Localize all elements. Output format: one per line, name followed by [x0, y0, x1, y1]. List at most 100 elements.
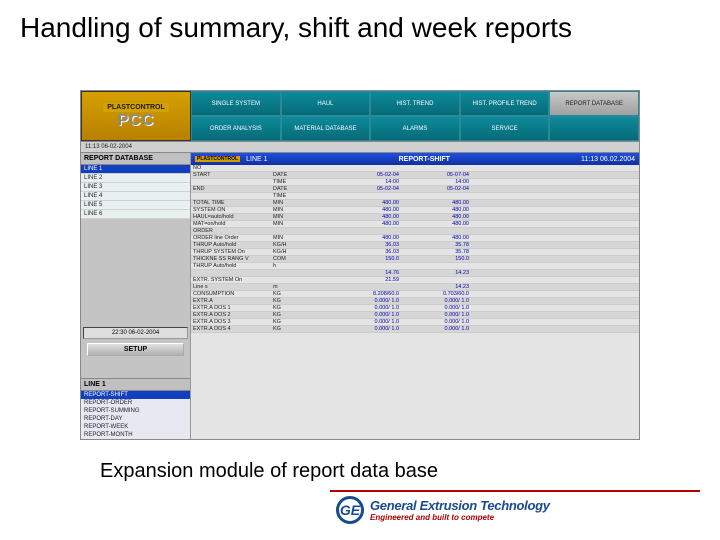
setup-button[interactable]: SETUP: [87, 343, 184, 356]
row-val-a: 05-02-04: [331, 172, 401, 178]
footer-tagline: Engineered and built to compete: [370, 513, 550, 522]
row-unit: KG: [271, 312, 331, 318]
row-val-b: 05-02-04: [401, 186, 471, 192]
sidebar-line-2[interactable]: LINE 2: [81, 174, 190, 183]
menu-empty: [549, 116, 639, 141]
row-val-b: 0.000/ 1.0: [401, 298, 471, 304]
row-unit: MIN: [271, 235, 331, 241]
row-val-a: [331, 193, 401, 199]
row-unit: KG/H: [271, 249, 331, 255]
menu-hist-trend[interactable]: HIST. TREND: [370, 91, 460, 116]
main-menu: SINGLE SYSTEM HAUL HIST. TREND HIST. PRO…: [191, 91, 639, 141]
row-label: [191, 193, 271, 199]
pane-line-label: LINE 1: [246, 156, 267, 163]
menu-single-system[interactable]: SINGLE SYSTEM: [191, 91, 281, 116]
table-row: ENDDATE05-02-0405-02-04: [191, 186, 639, 193]
row-val-b: 480.00: [401, 221, 471, 227]
row-label: THRUP SYSTEM On: [191, 249, 271, 255]
pane-titlebar: PLASTCONTROL LINE 1 REPORT-SHIFT 11:13 0…: [191, 153, 639, 165]
row-unit: MIN: [271, 214, 331, 220]
table-row: EXTR.A DOS 3KG0.000/ 1.00.000/ 1.0: [191, 319, 639, 326]
report-list: REPORT-SHIFT REPORT-ORDER REPORT-SUMMING…: [81, 391, 190, 439]
top-banner: PLASTCONTROL PCC SINGLE SYSTEM HAUL HIST…: [81, 91, 639, 141]
time-box[interactable]: 22:30 06-02-2004: [83, 327, 188, 339]
row-val-a: 8.208/60.0: [331, 291, 401, 297]
row-val-b: [401, 193, 471, 199]
row-val-b: [401, 277, 471, 283]
row-val-b: 14.23: [401, 284, 471, 290]
table-row: ORDER: [191, 228, 639, 235]
logo-block: PLASTCONTROL PCC: [81, 91, 191, 141]
row-label: TOTAL TIME: [191, 200, 271, 206]
pane-title-label: REPORT-SHIFT: [268, 156, 582, 163]
row-label: ORDER: [191, 228, 271, 234]
row-val-b: [401, 165, 471, 171]
row-val-a: 05-02-04: [331, 186, 401, 192]
row-unit: KG: [271, 305, 331, 311]
row-label: EXTR.A DOS 2: [191, 312, 271, 318]
row-unit: KG: [271, 298, 331, 304]
row-label: START: [191, 172, 271, 178]
table-row: TOTAL TIMEMIN480.00480.00: [191, 200, 639, 207]
row-val-a: [331, 284, 401, 290]
row-val-b: 0.000/ 1.0: [401, 312, 471, 318]
row-label: CONSUMPTION: [191, 291, 271, 297]
sidebar-line-1[interactable]: LINE 1: [81, 165, 190, 174]
menu-haul[interactable]: HAUL: [281, 91, 371, 116]
menu-order-analysis[interactable]: ORDER ANALYSIS: [191, 116, 281, 141]
menu-hist-profile-trend[interactable]: HIST. PROFILE TREND: [460, 91, 550, 116]
row-val-a: 36.03: [331, 249, 401, 255]
row-val-a: 0.000/ 1.0: [331, 298, 401, 304]
row-unit: [271, 228, 331, 234]
report-shift[interactable]: REPORT-SHIFT: [81, 391, 190, 399]
row-unit: DATE: [271, 172, 331, 178]
row-label: EXTR.A: [191, 298, 271, 304]
footer-company: General Extrusion Technology: [370, 498, 550, 513]
status-bar: 11:13 06-02-2004: [81, 141, 639, 153]
report-summing[interactable]: REPORT-SUMMING: [81, 407, 190, 415]
report-month[interactable]: REPORT-MONTH: [81, 431, 190, 439]
row-label: NO: [191, 165, 271, 171]
row-val-b: 35.78: [401, 242, 471, 248]
table-row: STARTDATE05-02-0405-07-04: [191, 172, 639, 179]
line-list: LINE 1 LINE 2 LINE 3 LINE 4 LINE 5 LINE …: [81, 165, 190, 219]
table-row: EXTR. SYSTEM On21.59: [191, 277, 639, 284]
row-val-b: 480.00: [401, 200, 471, 206]
row-val-a: 21.59: [331, 277, 401, 283]
row-label: EXTR.A DOS 3: [191, 319, 271, 325]
table-row: THRUP Auto/holdKG/H36.0335.78: [191, 242, 639, 249]
row-label: [191, 179, 271, 185]
row-unit: KG/H: [271, 242, 331, 248]
sidebar-line-3[interactable]: LINE 3: [81, 183, 190, 192]
sidebar-line-6[interactable]: LINE 6: [81, 210, 190, 219]
menu-report-database[interactable]: REPORT DATABASE: [549, 91, 639, 116]
menu-service[interactable]: SERVICE: [460, 116, 550, 141]
row-label: THRUP Auto/hold: [191, 263, 271, 269]
menu-material-database[interactable]: MATERIAL DATABASE: [281, 116, 371, 141]
report-day[interactable]: REPORT-DAY: [81, 415, 190, 423]
row-val-b: 05-07-04: [401, 172, 471, 178]
row-val-a: [331, 228, 401, 234]
table-row: MAT=on/holdMIN480.00480.00: [191, 221, 639, 228]
table-row: HAUL=auto/holdMIN480.00480.00: [191, 214, 639, 221]
row-label: SYSTEM ON: [191, 207, 271, 213]
row-val-b: 480.00: [401, 235, 471, 241]
menu-alarms[interactable]: ALARMS: [370, 116, 460, 141]
sidebar-section-line: LINE 1: [81, 378, 190, 391]
table-row: SYSTEM ONMIN480.00480.00: [191, 207, 639, 214]
sidebar-line-5[interactable]: LINE 5: [81, 201, 190, 210]
row-unit: KG: [271, 326, 331, 332]
report-order[interactable]: REPORT-ORDER: [81, 399, 190, 407]
row-val-a: 480.00: [331, 235, 401, 241]
row-val-b: 480.00: [401, 207, 471, 213]
sidebar-line-4[interactable]: LINE 4: [81, 192, 190, 201]
row-unit: [271, 277, 331, 283]
table-row: TIME14:0014:00: [191, 179, 639, 186]
row-val-a: 480.00: [331, 207, 401, 213]
row-val-b: 35.78: [401, 249, 471, 255]
report-week[interactable]: REPORT-WEEK: [81, 423, 190, 431]
table-row: TIME: [191, 193, 639, 200]
row-label: [191, 270, 271, 276]
row-val-b: 0.000/ 1.0: [401, 305, 471, 311]
footer-logo: GE General Extrusion Technology Engineer…: [336, 496, 550, 524]
